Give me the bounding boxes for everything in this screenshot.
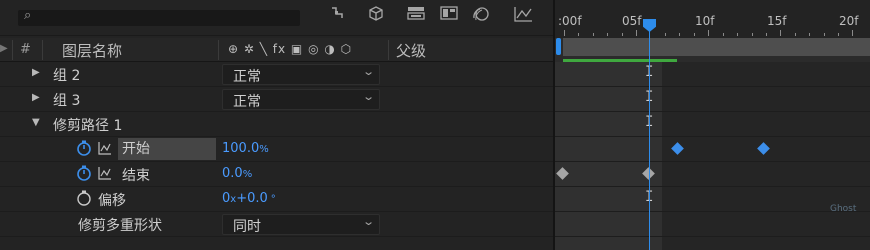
track-lane bbox=[555, 162, 870, 187]
property-value[interactable]: 0.0% bbox=[222, 166, 252, 181]
ruler-tick bbox=[795, 33, 796, 36]
stopwatch-icon[interactable] bbox=[76, 140, 92, 156]
header-arrow-icon: ▶ bbox=[0, 43, 8, 54]
ruler-label: 10f bbox=[695, 14, 715, 28]
work-area-bar[interactable] bbox=[555, 38, 870, 62]
layer-row-group-3[interactable]: ▶ 组 3 正常 ⌄ bbox=[0, 87, 555, 112]
graph-icon[interactable] bbox=[98, 141, 112, 155]
expand-arrow-icon[interactable]: ▶ bbox=[32, 67, 40, 78]
ruler-tick bbox=[737, 33, 738, 36]
ruler-tick bbox=[679, 33, 680, 36]
ruler-label: 20f bbox=[839, 14, 859, 28]
ruler-tick bbox=[593, 33, 594, 36]
column-divider bbox=[12, 40, 13, 60]
ruler-tick bbox=[752, 33, 753, 36]
ruler-tick bbox=[838, 33, 839, 36]
property-value[interactable]: 100.0% bbox=[222, 141, 269, 156]
track-icon[interactable] bbox=[330, 6, 344, 23]
layer-name-header[interactable]: 图层名称 bbox=[62, 40, 122, 61]
graph-icon[interactable] bbox=[98, 166, 112, 180]
frame-blend-icon[interactable] bbox=[440, 6, 458, 23]
ruler-tick bbox=[852, 30, 853, 36]
column-divider bbox=[218, 40, 219, 60]
property-row-offset[interactable]: 偏移 0x+0.0 ° bbox=[0, 187, 555, 212]
ruler-label: :00f bbox=[558, 14, 582, 28]
ruler-tick bbox=[578, 33, 579, 36]
layer-switches-header[interactable]: ⊕ ✲ ╲ fx ▣ ◎ ◑ ⬡ bbox=[228, 42, 352, 56]
chevron-down-icon: ⌄ bbox=[361, 65, 375, 78]
ruler-tick bbox=[780, 30, 781, 36]
group-name: 组 3 bbox=[53, 93, 81, 109]
ruler-label: 15f bbox=[767, 14, 787, 28]
track-lane bbox=[555, 112, 870, 137]
property-row-start[interactable]: 开始 100.0% bbox=[0, 137, 555, 162]
blend-mode-select[interactable]: 正常 ⌄ bbox=[222, 89, 380, 110]
watermark: Ghost bbox=[830, 204, 857, 214]
property-name: 结束 bbox=[122, 168, 150, 184]
blend-mode-value: 正常 bbox=[233, 69, 261, 85]
ruler-label: 05f bbox=[622, 14, 642, 28]
ruler-tick bbox=[694, 33, 695, 36]
graph-editor-icon[interactable] bbox=[513, 6, 533, 25]
ruler-tick bbox=[636, 30, 637, 36]
track-lane bbox=[555, 87, 870, 112]
column-divider bbox=[42, 40, 43, 60]
group-name: 组 2 bbox=[53, 68, 81, 84]
time-ruler[interactable]: :00f 05f 10f 15f 20f bbox=[555, 0, 870, 36]
column-divider bbox=[388, 40, 389, 60]
ruler-tick bbox=[665, 33, 666, 36]
layer-search-input[interactable]: ⌕ bbox=[18, 8, 300, 26]
column-header: ▶ # 图层名称 ⊕ ✲ ╲ fx ▣ ◎ ◑ ⬡ 父级 bbox=[0, 38, 555, 62]
effect-name: 修剪路径 1 bbox=[53, 118, 123, 134]
ruler-tick bbox=[809, 33, 810, 36]
current-time-indicator-line[interactable] bbox=[649, 28, 650, 250]
chevron-down-icon: ⌄ bbox=[361, 215, 375, 228]
parent-header[interactable]: 父级 bbox=[396, 40, 426, 61]
layer-row-group-2[interactable]: ▶ 组 2 正常 ⌄ bbox=[0, 62, 555, 87]
motion-blur-icon[interactable] bbox=[472, 6, 490, 25]
property-row-trim-multiple[interactable]: 修剪多重形状 同时 ⌄ bbox=[0, 212, 555, 237]
layer-number-header[interactable]: # bbox=[20, 42, 31, 57]
track-lane bbox=[555, 187, 870, 212]
ruler-tick bbox=[708, 30, 709, 36]
trim-multiple-value: 同时 bbox=[233, 219, 261, 235]
property-name: 修剪多重形状 bbox=[78, 218, 162, 234]
collapse-arrow-icon[interactable]: ▼ bbox=[32, 117, 40, 128]
chevron-down-icon: ⌄ bbox=[361, 90, 375, 103]
property-row-end[interactable]: 结束 0.0% bbox=[0, 162, 555, 187]
trim-multiple-select[interactable]: 同时 ⌄ bbox=[222, 214, 380, 235]
work-area-start-handle[interactable] bbox=[556, 38, 561, 55]
blend-mode-select[interactable]: 正常 ⌄ bbox=[222, 64, 380, 85]
work-area-range[interactable] bbox=[563, 38, 870, 56]
property-name: 开始 bbox=[118, 138, 216, 160]
track-lane bbox=[555, 137, 870, 162]
ruler-tick bbox=[607, 33, 608, 36]
ruler-tick bbox=[622, 33, 623, 36]
property-name: 偏移 bbox=[98, 193, 126, 209]
ruler-tick bbox=[564, 30, 565, 36]
layer-row-trim-paths[interactable]: ▼ 修剪路径 1 bbox=[0, 112, 555, 137]
ruler-tick bbox=[766, 33, 767, 36]
comp-flowchart-icon[interactable] bbox=[407, 6, 425, 23]
property-value[interactable]: 0x+0.0 ° bbox=[222, 191, 276, 206]
ruler-tick bbox=[723, 33, 724, 36]
search-icon: ⌕ bbox=[24, 8, 32, 23]
ruler-tick bbox=[824, 33, 825, 36]
3d-layer-icon[interactable] bbox=[368, 6, 384, 25]
layer-toolbar: ⌕ bbox=[0, 0, 555, 36]
stopwatch-icon[interactable] bbox=[76, 190, 92, 206]
track-lane bbox=[555, 212, 870, 237]
expand-arrow-icon[interactable]: ▶ bbox=[32, 92, 40, 103]
stopwatch-icon[interactable] bbox=[76, 165, 92, 181]
track-lane bbox=[555, 62, 870, 87]
blend-mode-value: 正常 bbox=[233, 94, 261, 110]
